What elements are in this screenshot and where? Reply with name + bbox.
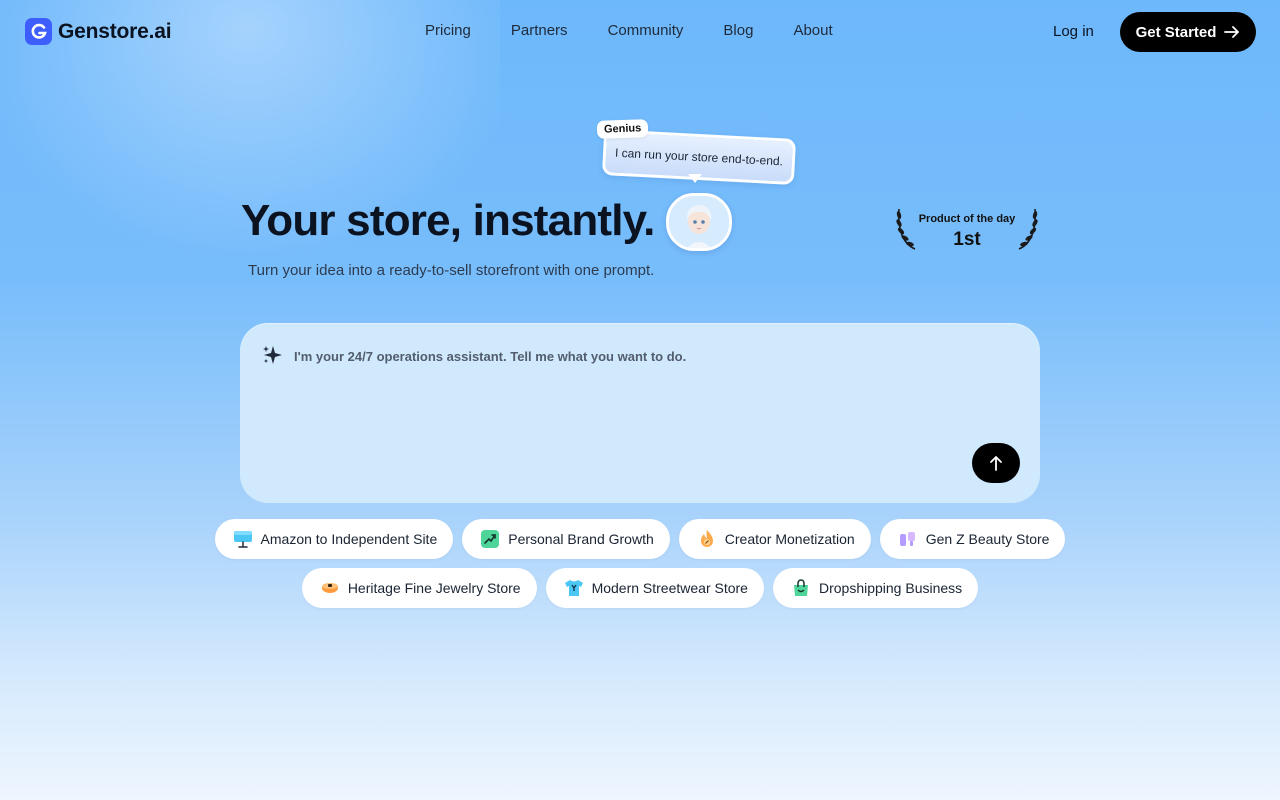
chip-row: Heritage Fine Jewelry Store Modern Stree… bbox=[0, 568, 1280, 608]
send-button[interactable] bbox=[972, 443, 1020, 483]
storefront-icon bbox=[233, 529, 253, 549]
chip-personal-brand-growth[interactable]: Personal Brand Growth bbox=[462, 519, 670, 559]
main-nav: Pricing Partners Community Blog About bbox=[425, 22, 833, 39]
nav-link-community[interactable]: Community bbox=[608, 22, 684, 39]
arrow-up-icon bbox=[990, 456, 1002, 471]
chip-modern-streetwear-store[interactable]: Modern Streetwear Store bbox=[545, 568, 764, 608]
chip-row: Amazon to Independent Site Personal Bran… bbox=[0, 519, 1280, 559]
brand-name: Genstore.ai bbox=[58, 19, 172, 43]
get-started-button[interactable]: Get Started bbox=[1120, 12, 1256, 52]
shopping-bag-icon bbox=[791, 578, 811, 598]
chip-label: Gen Z Beauty Store bbox=[925, 531, 1050, 547]
prompt-input[interactable] bbox=[292, 345, 996, 367]
top-navigation-bar: Genstore.ai Pricing Partners Community B… bbox=[0, 0, 1280, 64]
hero-subtitle: Turn your idea into a ready-to-sell stor… bbox=[248, 262, 655, 279]
chip-creator-monetization[interactable]: Creator Monetization bbox=[678, 519, 871, 559]
login-link[interactable]: Log in bbox=[1053, 23, 1094, 40]
assistant-name-tag: Genius bbox=[596, 119, 649, 139]
nav-link-blog[interactable]: Blog bbox=[723, 22, 753, 39]
assistant-message: I can run your store end-to-end. bbox=[614, 145, 784, 169]
nav-link-about[interactable]: About bbox=[793, 22, 832, 39]
jewelry-icon bbox=[320, 578, 340, 598]
hero-title: Your store, instantly. bbox=[241, 196, 655, 245]
assistant-avatar bbox=[666, 193, 732, 251]
nav-link-pricing[interactable]: Pricing bbox=[425, 22, 471, 39]
get-started-label: Get Started bbox=[1135, 23, 1217, 41]
chip-gen-z-beauty-store[interactable]: Gen Z Beauty Store bbox=[879, 519, 1066, 559]
chip-label: Heritage Fine Jewelry Store bbox=[347, 580, 521, 596]
chip-amazon-to-independent-site[interactable]: Amazon to Independent Site bbox=[214, 519, 454, 559]
tshirt-icon bbox=[564, 578, 584, 598]
arrow-right-icon bbox=[1224, 26, 1240, 38]
brand-logo[interactable]: Genstore.ai bbox=[25, 18, 172, 45]
chip-label: Modern Streetwear Store bbox=[591, 580, 748, 596]
chip-label: Creator Monetization bbox=[724, 531, 855, 547]
chip-dropshipping-business[interactable]: Dropshipping Business bbox=[772, 568, 979, 608]
chip-label: Dropshipping Business bbox=[818, 580, 963, 596]
sparkle-icon bbox=[263, 346, 282, 364]
cosmetics-icon bbox=[898, 529, 918, 549]
laurel-right-icon bbox=[1018, 208, 1038, 250]
product-of-the-day-award: Product of the day 1st bbox=[893, 205, 1041, 253]
chip-heritage-fine-jewelry-store[interactable]: Heritage Fine Jewelry Store bbox=[301, 568, 537, 608]
nav-link-partners[interactable]: Partners bbox=[511, 22, 568, 39]
suggestion-chips: Amazon to Independent Site Personal Bran… bbox=[0, 519, 1280, 617]
chip-label: Personal Brand Growth bbox=[508, 531, 654, 547]
flame-coin-icon bbox=[697, 529, 717, 549]
speech-bubble-tail bbox=[688, 174, 702, 183]
chip-label: Amazon to Independent Site bbox=[260, 531, 438, 547]
logo-g-icon bbox=[25, 18, 52, 45]
growth-chart-icon bbox=[480, 529, 500, 549]
prompt-box bbox=[240, 323, 1040, 503]
